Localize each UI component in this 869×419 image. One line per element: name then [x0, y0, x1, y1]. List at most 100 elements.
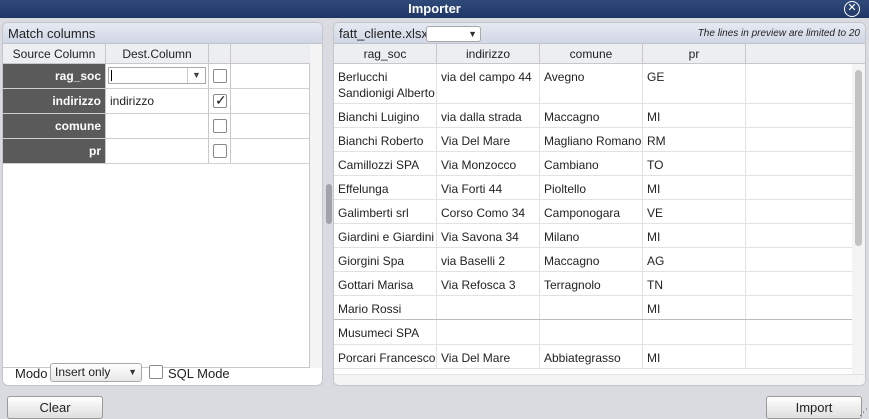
preview-table-header: rag_soc indirizzo comune pr — [334, 44, 865, 64]
table-row[interactable]: Mario Rossi MI — [334, 296, 852, 320]
panel-splitter-handle[interactable] — [326, 184, 332, 224]
sheet-select[interactable]: ▼ — [426, 26, 481, 42]
modo-label: Modo — [15, 366, 48, 381]
cell-comune: Maccagno — [540, 104, 643, 127]
match-row-indirizzo: indirizzo indirizzo ✓ — [3, 89, 310, 114]
cell-pr: MI — [643, 104, 746, 127]
table-row[interactable]: Bianchi Roberto Via Del Mare Magliano Ro… — [334, 128, 852, 152]
cell-pr: GE — [643, 64, 746, 103]
table-row[interactable]: Camillozzi SPA Via Monzocco Cambiano TO — [334, 152, 852, 176]
resize-grip-icon[interactable]: ⋰ — [859, 407, 868, 418]
chevron-down-icon[interactable]: ▼ — [128, 364, 137, 381]
match-row-rag-soc: rag_soc ▼ — [3, 64, 310, 89]
row-checkbox[interactable] — [213, 119, 227, 133]
cell-rag-soc: Musumeci SPA — [334, 320, 437, 344]
mode-footer: Modo Insert only ▼ SQL Mode — [2, 361, 323, 386]
cell-rag-soc: Bianchi Roberto — [334, 128, 437, 151]
chevron-down-icon[interactable]: ▼ — [187, 68, 205, 83]
preview-header-indirizzo[interactable]: indirizzo — [437, 44, 540, 64]
sql-mode-checkbox[interactable] — [149, 365, 163, 379]
table-row[interactable]: Gottari Marisa Via Refosca 3 Terragnolo … — [334, 272, 852, 296]
table-row[interactable]: Bianchi Luigino via dalla strada Maccagn… — [334, 104, 852, 128]
cell-indirizzo: Via Monzocco — [437, 152, 540, 175]
table-row[interactable]: Porcari Francesco Via Del Mare Abbiategr… — [334, 345, 852, 369]
clear-button[interactable]: Clear — [7, 396, 103, 419]
cell-comune: Maccagno — [540, 248, 643, 271]
window-title: Importer — [408, 1, 461, 16]
modo-select[interactable]: Insert only ▼ — [50, 363, 142, 382]
dest-column-cell[interactable] — [106, 114, 209, 138]
source-column-cell: rag_soc — [3, 64, 106, 88]
preview-header-pr[interactable]: pr — [643, 44, 746, 64]
preview-limit-note: The lines in preview are limited to 20 — [697, 28, 860, 39]
cell-rag-soc: Camillozzi SPA — [334, 152, 437, 175]
row-checkbox[interactable] — [213, 144, 227, 158]
cell-pr: VE — [643, 200, 746, 223]
row-checkbox[interactable] — [213, 69, 227, 83]
sql-mode-label: SQL Mode — [168, 366, 230, 381]
modo-select-value: Insert only — [55, 365, 111, 379]
text-cursor — [111, 70, 112, 81]
cell-indirizzo — [437, 296, 540, 319]
cell-rag-soc: Giardini e Giardini — [334, 224, 437, 247]
cell-indirizzo: Via Savona 34 — [437, 224, 540, 247]
source-column-cell: pr — [3, 139, 106, 163]
dest-column-select[interactable]: ▼ — [108, 67, 206, 84]
cell-indirizzo: Corso Como 34 — [437, 200, 540, 223]
window-titlebar: Importer ✕ — [0, 0, 869, 18]
table-row[interactable]: Giorgini Spa via Baselli 2 Maccagno AG — [334, 248, 852, 272]
import-button[interactable]: Import — [766, 396, 862, 419]
dest-column-cell[interactable]: ▼ — [106, 64, 209, 88]
cell-comune: Cambiano — [540, 152, 643, 175]
table-row[interactable]: Effelunga Via Forti 44 Pioltello MI — [334, 176, 852, 200]
cell-pr: MI — [643, 176, 746, 199]
cell-indirizzo: Via Del Mare — [437, 345, 540, 368]
cell-comune — [540, 296, 643, 319]
preview-header-bar: fatt_cliente.xlsx ▼ The lines in preview… — [334, 23, 865, 44]
cell-indirizzo: Via Del Mare — [437, 128, 540, 151]
cell-pr: MI — [643, 296, 746, 319]
table-row[interactable]: Berlucchi Sandionigi Alberto via del cam… — [334, 64, 852, 104]
row-checkbox[interactable]: ✓ — [213, 92, 227, 108]
header-source-column[interactable]: Source Column — [3, 44, 106, 64]
cell-comune: Magliano Romano — [540, 128, 643, 151]
header-check-column[interactable] — [209, 44, 231, 64]
preview-horizontal-scrollbar[interactable] — [334, 374, 865, 385]
cell-comune: Pioltello — [540, 176, 643, 199]
cell-pr: TN — [643, 272, 746, 295]
cell-comune: Camponogara — [540, 200, 643, 223]
cell-indirizzo — [437, 320, 540, 344]
cell-pr: MI — [643, 224, 746, 247]
table-row[interactable]: Musumeci SPA — [334, 320, 852, 345]
cell-rag-soc: Effelunga — [334, 176, 437, 199]
preview-header-comune[interactable]: comune — [540, 44, 643, 64]
cell-comune: Avegno — [540, 64, 643, 103]
cell-rag-soc: Berlucchi Sandionigi Alberto — [334, 64, 437, 103]
cell-comune — [540, 320, 643, 344]
cell-pr: MI — [643, 345, 746, 368]
chevron-down-icon[interactable]: ▼ — [468, 27, 477, 41]
dest-column-cell[interactable]: indirizzo — [106, 89, 209, 113]
row-checkbox-cell — [209, 114, 231, 138]
cell-indirizzo: Via Forti 44 — [437, 176, 540, 199]
scrollbar-thumb[interactable] — [855, 70, 862, 246]
cell-comune: Abbiategrasso — [540, 345, 643, 368]
cell-comune: Terragnolo — [540, 272, 643, 295]
match-columns-scrollbar[interactable] — [310, 44, 322, 368]
cell-rag-soc: Galimberti srl — [334, 200, 437, 223]
source-column-cell: indirizzo — [3, 89, 106, 113]
preview-vertical-scrollbar[interactable] — [852, 64, 865, 374]
row-checkbox-cell — [209, 64, 231, 88]
table-row[interactable]: Giardini e Giardini Via Savona 34 Milano… — [334, 224, 852, 248]
row-checkbox-cell — [209, 139, 231, 163]
close-icon[interactable]: ✕ — [844, 1, 860, 17]
dest-column-cell[interactable] — [106, 139, 209, 163]
cell-pr: TO — [643, 152, 746, 175]
cell-indirizzo: via dalla strada — [437, 104, 540, 127]
file-name: fatt_cliente.xlsx — [339, 26, 428, 41]
preview-panel: fatt_cliente.xlsx ▼ The lines in preview… — [333, 22, 866, 386]
table-row[interactable]: Galimberti srl Corso Como 34 Camponogara… — [334, 200, 852, 224]
header-dest-column[interactable]: Dest.Column — [106, 44, 209, 64]
match-row-comune: comune — [3, 114, 310, 139]
preview-header-rag-soc[interactable]: rag_soc — [334, 44, 437, 64]
